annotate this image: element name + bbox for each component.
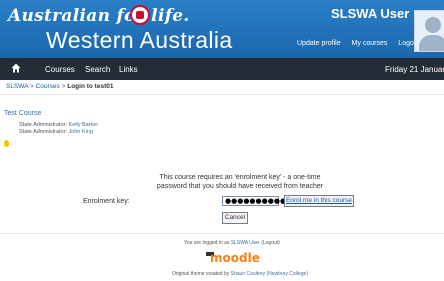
footer-logout-link[interactable]: (Logout) [261,240,280,246]
avatar-head-icon [425,17,441,33]
current-date: Friday 21 January 20 [385,65,444,74]
lightbulb-icon [4,140,9,147]
course-title[interactable]: Test Course [4,110,41,117]
nav-bar: Courses Search Links Friday 21 January 2… [0,58,444,80]
logo-main-text[interactable]: Western Australia [46,27,233,54]
nav-item-search[interactable]: Search [85,65,110,74]
admin-name-link[interactable]: John King [69,129,93,135]
divider [0,94,444,95]
nav-item-courses[interactable]: Courses [45,65,75,74]
breadcrumb-separator: > [61,83,66,90]
breadcrumb-slswa[interactable]: SLSWA [6,83,28,90]
user-links: Update profile My courses Logout [297,40,429,47]
breadcrumb: SLSWA > Courses > Login to test01 [6,83,113,90]
wa-emblem-icon [130,5,150,25]
enrolment-key-label: Enrolment key: [83,198,130,205]
course-admins: State Administrator: Kelly Barker State … [19,122,98,136]
admin-name-link[interactable]: Kelly Barker [69,122,99,128]
logged-prefix: You are logged in as [184,240,230,246]
divider [0,233,444,234]
logo-script-text: Australian for life. [8,6,190,26]
home-icon[interactable] [11,63,21,73]
moodle-logo[interactable]: moodle [210,251,260,265]
admin-role: State Administrator: [19,129,67,135]
enrolment-key-input[interactable]: ●●●●●●●●●●●●● [222,196,304,206]
credit-prefix: Original theme created by [172,271,230,277]
avatar[interactable] [414,10,444,52]
update-profile-link[interactable]: Update profile [297,40,341,47]
my-courses-link[interactable]: My courses [352,40,388,47]
admin-role: State Administrator: [19,122,67,128]
logged-user-link[interactable]: SLSWA User [231,240,260,246]
breadcrumb-current: Login to test01 [67,83,114,90]
logged-in-info: You are logged in as SLSWA User (Logout) [184,240,280,246]
cancel-button[interactable]: Cancel [222,212,248,224]
message-line: password that you should have received f… [156,183,324,190]
nav-item-links[interactable]: Links [119,65,138,74]
avatar-body-icon [419,35,444,51]
site-header: Australian for life. Western Australia S… [0,0,444,58]
breadcrumb-separator: > [29,83,34,90]
enrol-me-button[interactable]: Enrol me in this course [284,195,354,207]
theme-credit: Original theme created by Shaun Coultrey… [172,271,308,277]
admin-row: State Administrator: John King [19,129,98,136]
enrolment-key-message: This course requires an 'enrolment key' … [150,173,330,191]
message-line: This course requires an 'enrolment key' … [159,174,321,181]
breadcrumb-courses[interactable]: Courses [36,83,60,90]
user-name: SLSWA User [331,6,410,21]
admin-row: State Administrator: Kelly Barker [19,122,98,129]
credit-author-link[interactable]: Shaun Coultrey (Newbury College) [231,271,308,277]
